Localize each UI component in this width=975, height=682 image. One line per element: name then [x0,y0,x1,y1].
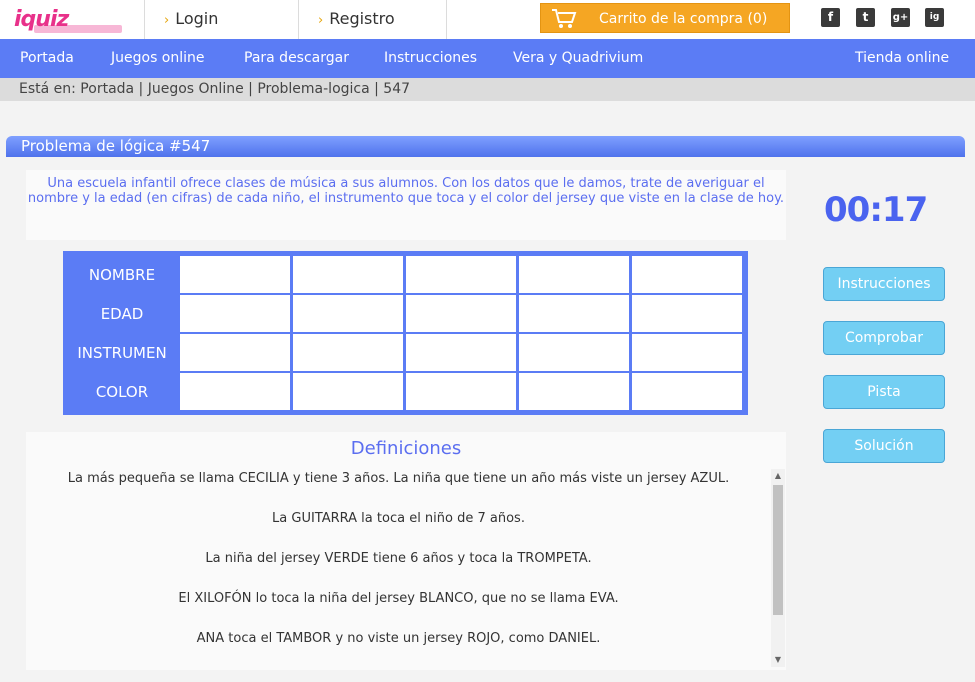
cart-icon [552,9,577,28]
divider [298,0,299,39]
grid-cell[interactable] [293,373,403,410]
scroll-up-icon[interactable]: ▲ [771,469,785,483]
grid-cell[interactable] [632,295,742,332]
row-label-color: COLOR [95,383,149,401]
grid-cell[interactable] [293,256,403,293]
nav-tienda-online[interactable]: Tienda online [855,50,949,66]
grid-cell[interactable] [632,334,742,371]
grid-cell[interactable] [406,373,516,410]
nav-instrucciones[interactable]: Instrucciones [384,50,477,66]
nav-vera-quadrivium[interactable]: Vera y Quadrivium [513,50,643,66]
grid-cell[interactable] [519,295,629,332]
google-plus-icon[interactable]: g+ [891,8,910,27]
definitions-title: Definiciones [350,438,462,459]
grid-cell[interactable] [406,295,516,332]
grid-cell[interactable] [293,295,403,332]
login-label: Login [175,9,219,28]
grid-cell[interactable] [180,295,290,332]
definitions-scrollbar[interactable]: ▲ ▼ [771,469,785,667]
check-button[interactable]: Comprobar [823,321,945,355]
cart-label: Carrito de la compra (0) [599,11,768,27]
divider [144,0,145,39]
hint-button[interactable]: Pista [823,375,945,409]
login-link[interactable]: › Login [164,9,218,28]
puzzle-title: Problema de lógica #547 [6,136,965,157]
cart-button[interactable]: Carrito de la compra (0) [540,3,790,33]
nav-portada[interactable]: Portada [20,50,74,66]
twitter-icon[interactable]: t [856,8,875,27]
instagram-icon[interactable]: ig [925,8,944,27]
instructions-button[interactable]: Instrucciones [823,267,945,301]
grid-cell[interactable] [406,334,516,371]
register-link[interactable]: › Registro [318,9,395,28]
logo-text: iquiz [14,7,69,32]
scroll-down-icon[interactable]: ▼ [771,653,785,667]
definition-item: El XILOFÓN lo toca la niña del jersey BL… [178,591,619,606]
scroll-thumb[interactable] [773,485,783,615]
grid-cell[interactable] [293,334,403,371]
row-label-instrumento: INSTRUMEN [77,344,167,362]
divider [446,0,447,39]
top-bar: iquiz › Login › Registro Carrito de la com… [0,0,975,39]
site-logo[interactable]: iquiz [14,7,122,33]
definition-item: La niña del jersey VERDE tiene 6 años y … [205,551,592,566]
grid-cell[interactable] [632,256,742,293]
breadcrumb: Está en: Portada | Juegos Online | Probl… [0,78,975,101]
row-label-nombre: NOMBRE [88,266,156,284]
register-label: Registro [329,9,395,28]
grid-cell[interactable] [180,334,290,371]
timer: 00:17 [824,190,928,230]
definition-item: ANA toca el TAMBOR y no viste un jersey … [196,631,601,646]
chevron-right-icon: › [164,13,170,28]
facebook-icon[interactable]: f [821,8,840,27]
chevron-right-icon: › [318,13,324,28]
grid-cell[interactable] [180,373,290,410]
definitions-list[interactable]: La más pequeña se llama CECILIA y tiene … [26,469,771,667]
puzzle-description: Una escuela infantil ofrece clases de mú… [27,176,785,206]
definition-item: La más pequeña se llama CECILIA y tiene … [67,471,730,486]
nav-para-descargar[interactable]: Para descargar [244,50,349,66]
grid-cell[interactable] [632,373,742,410]
grid-cell[interactable] [519,334,629,371]
solution-button[interactable]: Solución [823,429,945,463]
definition-item: La GUITARRA la toca el niño de 7 años. [272,511,525,526]
nav-juegos-online[interactable]: Juegos online [111,50,205,66]
grid-cell[interactable] [406,256,516,293]
row-label-edad: EDAD [100,305,144,323]
main-nav: Portada Juegos online Para descargar Ins… [0,39,975,78]
grid-cell[interactable] [519,373,629,410]
answer-grid: NOMBRE EDAD INSTRUMEN COLOR [63,251,748,415]
grid-cell[interactable] [180,256,290,293]
grid-cell[interactable] [519,256,629,293]
